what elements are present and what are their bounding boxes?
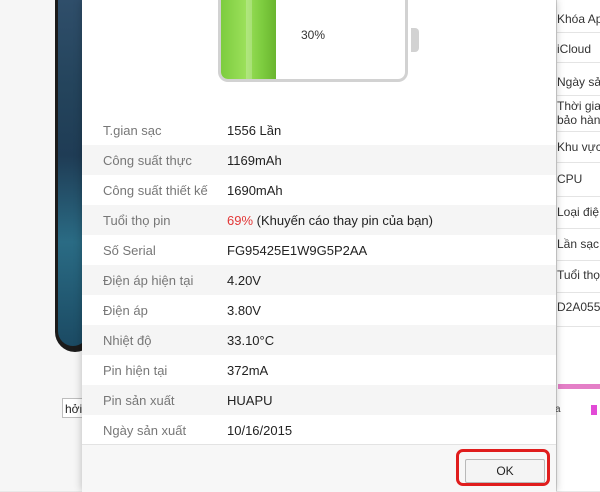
dialog-footer: OK: [82, 444, 556, 492]
info-value: 372mA: [227, 362, 269, 378]
info-label: T.gian sạc: [103, 122, 162, 138]
right-panel-divider: [557, 326, 600, 327]
right-panel-divider: [557, 228, 600, 229]
info-label: Tuổi thọ pin: [103, 212, 171, 228]
battery-health-percent: 69%: [227, 212, 254, 228]
info-row-manufacture-date: Ngày sản xuất 10/16/2015: [82, 415, 556, 445]
info-value: FG95425E1W9G5P2AA: [227, 242, 368, 258]
battery-health-note: (Khuyến cáo thay pin của bạn): [253, 212, 433, 228]
info-value: 1169mAh: [227, 152, 282, 168]
info-row-serial: Số Serial FG95425E1W9G5P2AA: [82, 235, 556, 265]
battery-percent-label: 30%: [300, 28, 326, 42]
background-left-button[interactable]: hởi: [62, 398, 84, 418]
right-panel-item: bảo hành: [557, 113, 600, 127]
ok-button[interactable]: OK: [465, 459, 545, 483]
battery-graphic: 30%: [82, 0, 556, 108]
info-row-voltage: Điện áp 3.80V: [82, 295, 556, 325]
info-label: Công suất thực: [103, 152, 192, 168]
right-panel-item: Loại điệ: [557, 205, 600, 219]
right-panel-divider: [557, 131, 600, 132]
info-value: HUAPU: [227, 392, 273, 408]
info-row-actual-capacity: Công suất thực 1169mAh: [82, 145, 556, 175]
battery-icon: 30%: [218, 0, 408, 82]
right-panel-divider: [557, 162, 600, 163]
info-value: 1556 Lần: [227, 122, 282, 138]
right-panel-divider: [557, 196, 600, 197]
right-panel-divider: [557, 62, 600, 63]
info-row-design-capacity: Công suất thiết kế 1690mAh: [82, 175, 556, 205]
battery-info-table: T.gian sạc 1556 Lần Công suất thực 1169m…: [82, 115, 556, 445]
info-value: 10/16/2015: [227, 422, 293, 438]
info-label: Số Serial: [103, 242, 156, 258]
right-panel-item: Khóa Ap: [557, 12, 600, 26]
battery-info-dialog: 30% T.gian sạc 1556 Lần Công suất thực 1…: [82, 0, 556, 492]
right-panel-divider: [557, 260, 600, 261]
info-label: Điện áp hiện tại: [103, 272, 194, 288]
info-value: 33.10°C: [227, 332, 275, 348]
right-panel-item: iCloud: [557, 42, 592, 56]
info-label: Công suất thiết kế: [103, 182, 208, 198]
info-label: Pin hiện tại: [103, 362, 168, 378]
info-row-battery-health: Tuổi thọ pin 69% (Khuyến cáo thay pin củ…: [82, 205, 556, 235]
info-value: 1690mAh: [227, 182, 283, 198]
right-panel-divider: [557, 32, 600, 33]
info-label: Pin sản xuất: [103, 392, 175, 408]
right-panel-item: Ngày sả: [557, 75, 600, 89]
right-panel-item: D2A055: [557, 300, 600, 314]
right-panel-item: Lần sạc: [557, 237, 600, 251]
right-panel-marker: [591, 405, 597, 415]
info-row-current-voltage: Điện áp hiện tại 4.20V: [82, 265, 556, 295]
right-panel-item: Tuổi thọ: [557, 268, 600, 282]
right-panel-item: Thời gia: [557, 99, 600, 113]
battery-terminal: [411, 28, 419, 52]
info-value: 4.20V: [227, 272, 261, 288]
right-panel-divider: [557, 292, 600, 293]
info-row-charge-cycles: T.gian sạc 1556 Lần: [82, 115, 556, 145]
info-label: Ngày sản xuất: [103, 422, 187, 438]
info-row-temperature: Nhiệt độ 33.10°C: [82, 325, 556, 355]
right-panel-item: CPU: [557, 172, 583, 186]
info-row-current: Pin hiện tại 372mA: [82, 355, 556, 385]
info-value: 3.80V: [227, 302, 261, 318]
info-value: 69% (Khuyến cáo thay pin của bạn): [227, 213, 433, 228]
right-panel-item: Khu vực: [557, 140, 600, 154]
info-label: Nhiệt độ: [103, 332, 152, 348]
info-row-manufacturer: Pin sản xuất HUAPU: [82, 385, 556, 415]
right-panel-divider: [557, 95, 600, 96]
right-panel-bar: [558, 384, 600, 389]
info-label: Điện áp: [103, 302, 148, 318]
